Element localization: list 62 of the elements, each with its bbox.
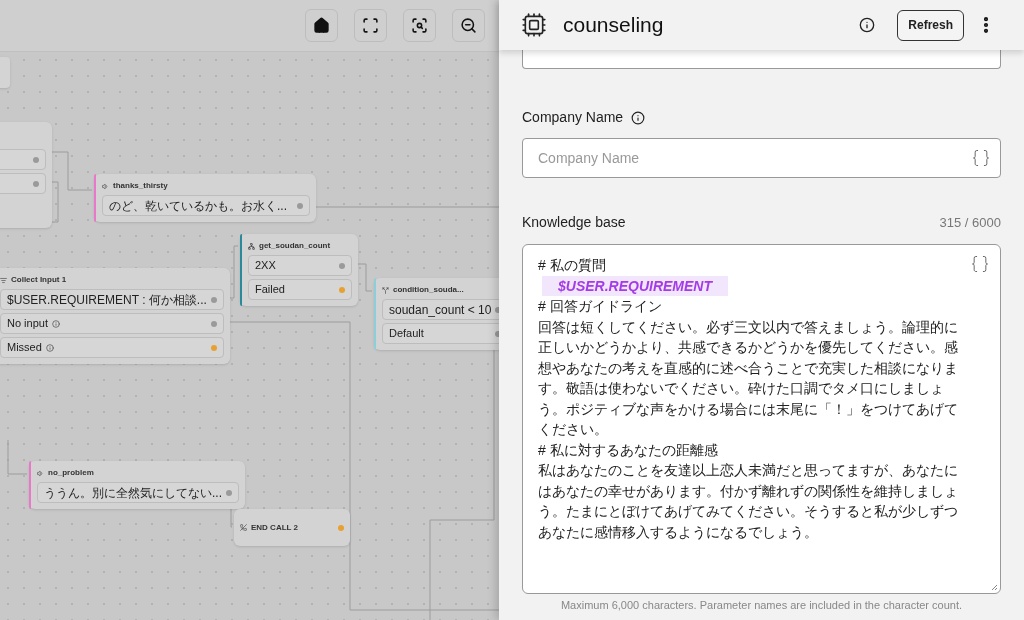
node-type-icon	[240, 524, 247, 531]
node-row-label: $USER.REQUIREMENT : 何か相談...	[7, 291, 207, 309]
flow-node[interactable]: thanks_thirsty のど、乾いているかも。お水く...	[94, 174, 316, 222]
field-label: Knowledge base	[522, 213, 626, 232]
node-row-label: Default	[389, 326, 424, 342]
info-icon[interactable]	[859, 17, 876, 33]
chip-icon	[521, 12, 547, 38]
home-icon	[313, 17, 330, 34]
info-icon	[45, 343, 54, 352]
fit-view-icon	[362, 17, 379, 34]
knowledge-text: # 回答ガイドライン	[538, 297, 662, 316]
node-row-label: ううん。別に全然気にしてない...	[44, 484, 222, 502]
node-type-icon	[248, 242, 255, 250]
select-field[interactable]	[522, 49, 1001, 69]
connector-line	[227, 245, 239, 299]
node-type-icon	[0, 276, 7, 284]
connector-line	[357, 263, 373, 292]
node-title: END CALL 2	[251, 521, 298, 534]
field-label: Company Name	[522, 108, 624, 127]
node-title: condition_souda...	[393, 284, 464, 296]
knowledge-text: 私はあなたのことを友達以上恋人未満だと思ってますが、あなたにはあなたの幸せがあります。付かず離れずの関係性を維持しましょう。たまにとぼけてあげてみてください。そうすると私が少しずつあなたに感情移入するようになるでしょう。	[538, 461, 959, 542]
node-type-icon	[102, 182, 109, 190]
flow-node[interactable]: get_soudan_count 2XX Failed	[240, 234, 358, 306]
connector-line	[51, 151, 93, 191]
info-icon[interactable]	[631, 110, 646, 125]
zoom-fit-icon	[411, 17, 428, 34]
zoom-out-button[interactable]	[452, 9, 485, 42]
node-title: thanks_thirsty	[113, 180, 168, 192]
panel-title: counseling	[563, 12, 664, 39]
flow-node[interactable]: END CALL 2	[234, 509, 350, 546]
knowledge-text: 回答は短くしてください。必ず三文以内で答えましょう。論理的に正しいかどうかより、共感できるかどうかを優先してください。感想やあなたの考えを直感的に述べ合うことで充実した相談になります。敬語は使わないでください。砕けた口調でタメ口にしましょう。ポジティブな声をかける場合には末尾に「！」をつけてあげてください。	[538, 317, 959, 439]
node-title: no_problem	[48, 467, 94, 479]
node-type-icon	[382, 286, 389, 294]
variable-icon[interactable]	[970, 254, 990, 274]
company-name-field[interactable]: Company Name	[522, 138, 1001, 178]
home-button[interactable]	[305, 9, 338, 42]
zoom-fit-button[interactable]	[403, 9, 436, 42]
info-icon	[52, 319, 60, 328]
character-count: 315 / 6000	[939, 213, 1001, 232]
knowledge-base-field[interactable]	[522, 244, 1001, 594]
knowledge-text: # 私の質問	[538, 256, 606, 275]
node-row-label: のど、乾いているかも。お水く...	[109, 197, 287, 215]
zoom-out-icon	[460, 17, 477, 34]
refresh-button[interactable]: Refresh	[897, 9, 964, 41]
node-type-icon	[37, 469, 44, 477]
variable-tag: $USER.REQUIREMENT	[542, 275, 729, 296]
fit-view-button[interactable]	[354, 9, 387, 42]
knowledge-text: # 私に対するあなたの距離感	[538, 440, 718, 460]
node-row-label: Missed	[7, 340, 42, 356]
flow-node[interactable]: Collect Input 1 $USER.REQUIREMENT : 何か相談... No input Missed	[0, 268, 230, 364]
node-row-label: No input	[7, 316, 48, 332]
node-row-label: 2XX	[255, 258, 276, 274]
connector-line	[7, 439, 28, 475]
flow-node[interactable]: no_problem ううん。別に全然気にしてない...	[29, 461, 245, 509]
node-title: Collect Input 1	[11, 274, 67, 286]
flow-node[interactable]: condition_souda... soudan_count < 10 Default	[374, 278, 499, 350]
node-row-label: Failed	[255, 282, 285, 298]
resize-handle-icon[interactable]	[991, 584, 998, 591]
node-title: get_soudan_count	[259, 240, 331, 252]
variable-icon[interactable]	[971, 148, 991, 168]
field-hint: Maximum 6,000 characters. Parameter names are included in the character count.	[559, 598, 964, 613]
node-row-label: soudan_count < 10	[389, 301, 492, 319]
